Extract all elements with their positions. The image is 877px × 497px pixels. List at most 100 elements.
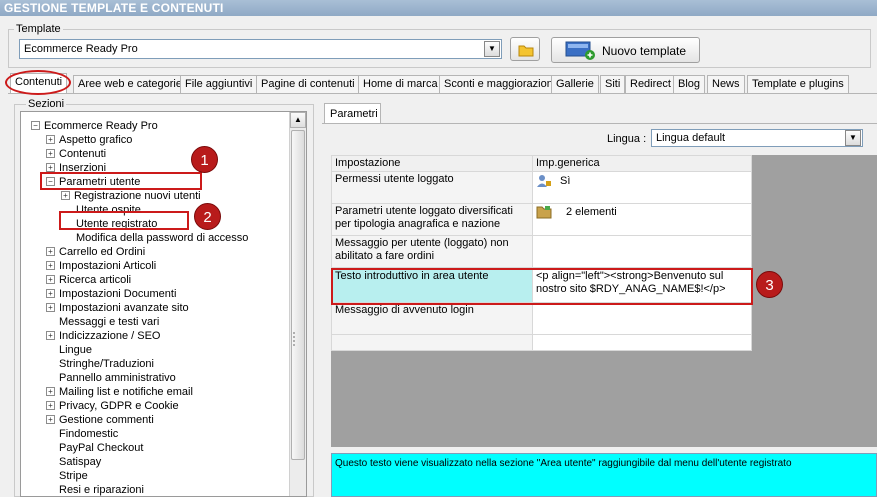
tree-item[interactable]: Messaggi e testi vari [59, 315, 159, 329]
tree-item[interactable]: Stringhe/Traduzioni [59, 357, 154, 371]
row-value-cell[interactable]: Sì [532, 171, 752, 204]
tab-blog[interactable]: Blog [673, 75, 706, 93]
tab-gallerie[interactable]: Gallerie [551, 75, 599, 93]
sections-tree: − Ecommerce Ready Pro + Aspetto grafico + C… [21, 112, 289, 497]
expand-icon[interactable]: + [46, 135, 55, 144]
table-row[interactable]: Messaggio di avvenuto login [331, 302, 752, 335]
tab-home-marca[interactable]: Home di marca [358, 75, 443, 93]
highlight-parametri-utente [40, 172, 202, 190]
tab-parametri[interactable]: Parametri [324, 103, 381, 123]
grid-header-row: Impostazione Imp.generica [331, 155, 752, 172]
sections-tree-panel: − Ecommerce Ready Pro + Aspetto grafico + C… [20, 111, 307, 497]
tree-item[interactable]: + Gestione commenti [46, 413, 154, 427]
row-value: 2 elementi [566, 205, 617, 218]
tab-siti[interactable]: Siti [600, 75, 626, 93]
tree-item[interactable]: + Registrazione nuovi utenti [61, 189, 201, 203]
folder-icon [518, 45, 534, 57]
annotation-badge-2: 2 [194, 203, 221, 230]
tree-item-root[interactable]: − Ecommerce Ready Pro [31, 119, 158, 133]
annotation-badge-3: 3 [756, 271, 783, 298]
user-lock-icon [537, 175, 551, 187]
template-group-label: Template [14, 23, 63, 35]
row-name [331, 334, 533, 351]
expand-icon[interactable]: + [46, 415, 55, 424]
tree-item[interactable]: Satispay [59, 455, 101, 469]
scroll-up-arrow-icon[interactable]: ▲ [290, 112, 306, 128]
highlight-tab-contenuti [5, 70, 71, 95]
tab-template-plugins[interactable]: Template e plugins [747, 75, 849, 93]
expand-icon[interactable]: + [46, 247, 55, 256]
table-row[interactable] [331, 334, 752, 351]
new-template-button[interactable]: Nuovo template [551, 37, 700, 63]
row-value[interactable] [532, 235, 752, 268]
expand-icon[interactable]: + [46, 149, 55, 158]
splitter-grip[interactable] [292, 330, 298, 350]
tree-item[interactable]: Stripe [59, 469, 88, 483]
expand-icon[interactable]: + [46, 387, 55, 396]
tree-item[interactable]: Pannello amministrativo [59, 371, 176, 385]
tree-item[interactable]: + Aspetto grafico [46, 133, 132, 147]
tree-item[interactable]: + Mailing list e notifiche email [46, 385, 193, 399]
row-name: Parametri utente loggato diversificati p… [331, 203, 533, 236]
tree-item[interactable]: + Indicizzazione / SEO [46, 329, 161, 343]
expand-icon[interactable]: + [46, 289, 55, 298]
grid-header-impostazione[interactable]: Impostazione [331, 155, 533, 172]
tree-item[interactable]: PayPal Checkout [59, 441, 143, 455]
tree-item[interactable]: + Ricerca articoli [46, 273, 131, 287]
tree-item[interactable]: + Impostazioni Documenti [46, 287, 176, 301]
row-value[interactable] [532, 334, 752, 351]
expand-icon[interactable]: + [46, 303, 55, 312]
lingua-select[interactable]: Lingua default ▼ [651, 129, 863, 147]
expand-icon[interactable]: + [46, 331, 55, 340]
row-value: Sì [560, 174, 571, 187]
tree-item[interactable]: Modifica della password di accesso [76, 231, 248, 245]
tree-item[interactable]: + Contenuti [46, 147, 106, 161]
params-tab-divider [322, 123, 877, 124]
add-template-icon [565, 41, 595, 60]
tab-pagine-contenuti[interactable]: Pagine di contenuti [256, 75, 360, 93]
tree-item[interactable]: + Carrello ed Ordini [46, 245, 145, 259]
tab-redirect[interactable]: Redirect [625, 75, 676, 93]
description-box: Questo testo viene visualizzato nella se… [331, 453, 877, 497]
scrollbar-thumb[interactable] [291, 130, 305, 460]
annotation-badge-1: 1 [191, 146, 218, 173]
row-name: Messaggio per utente (loggato) non abili… [331, 235, 533, 268]
chevron-down-icon[interactable]: ▼ [484, 41, 500, 57]
folder-icon [536, 206, 552, 219]
tree-item[interactable]: + Impostazioni avanzate sito [46, 301, 189, 315]
main-tabs: Contenuti Aree web e categorie File aggi… [10, 73, 877, 94]
tab-divider [8, 93, 877, 94]
grip-icon [293, 332, 295, 346]
highlight-testo-introduttivo [331, 268, 753, 305]
row-value[interactable] [532, 302, 752, 335]
tree-item[interactable]: + Impostazioni Articoli [46, 259, 156, 273]
table-row[interactable]: Parametri utente loggato diversificati p… [331, 203, 752, 236]
tab-file-aggiuntivi[interactable]: File aggiuntivi [180, 75, 258, 93]
table-row[interactable]: Messaggio per utente (loggato) non abili… [331, 235, 752, 268]
template-select[interactable]: Ecommerce Ready Pro ▼ [19, 39, 502, 59]
tree-item[interactable]: Lingue [59, 343, 92, 357]
expand-icon[interactable]: + [61, 191, 70, 200]
template-select-value: Ecommerce Ready Pro [24, 43, 138, 55]
tree-item[interactable]: + Privacy, GDPR e Cookie [46, 399, 179, 413]
tree-item[interactable]: Findomestic [59, 427, 118, 441]
row-name: Permessi utente loggato [331, 171, 533, 204]
tree-item[interactable]: Resi e riparazioni [59, 483, 144, 497]
lingua-label: Lingua : [607, 133, 647, 145]
sections-label: Sezioni [26, 98, 67, 110]
tab-sconti[interactable]: Sconti e maggiorazioni [439, 75, 561, 93]
tree-scrollbar[interactable]: ▲ [289, 112, 306, 496]
tab-news[interactable]: News [707, 75, 745, 93]
expand-icon[interactable]: + [46, 275, 55, 284]
lingua-select-value: Lingua default [656, 132, 726, 144]
grid-header-imp-generica[interactable]: Imp.generica [532, 155, 752, 172]
chevron-down-icon[interactable]: ▼ [845, 130, 861, 146]
tab-aree-web[interactable]: Aree web e categorie [73, 75, 187, 93]
expand-icon[interactable]: + [46, 261, 55, 270]
collapse-icon[interactable]: − [31, 121, 40, 130]
expand-icon[interactable]: + [46, 401, 55, 410]
open-folder-button[interactable] [510, 37, 540, 61]
expand-icon[interactable]: + [46, 163, 55, 172]
table-row[interactable]: Permessi utente loggato Sì [331, 171, 752, 204]
row-value-cell[interactable]: 2 elementi [532, 203, 752, 236]
